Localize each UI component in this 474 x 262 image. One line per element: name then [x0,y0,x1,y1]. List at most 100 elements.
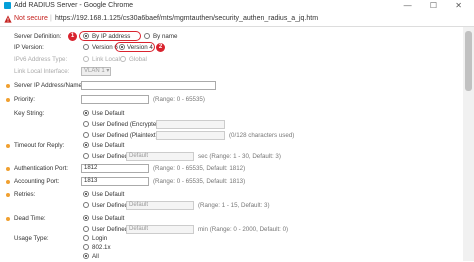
key-encrypted-label: User Defined (Encrypted) [92,121,162,128]
retries-label: Retries: [14,191,36,198]
by-name-label: By name [153,33,178,40]
timeout-user-defined-label: User Defined [92,153,129,160]
dead-time-user-defined-label: User Defined [92,226,129,233]
auth-port-hint: (Range: 0 - 65535, Default: 1812) [153,165,246,172]
usage-all-label: All [92,253,99,260]
timeout-label: Timeout for Reply: [14,142,65,149]
retries-use-default-radio[interactable] [83,191,89,197]
form-area: Server Definition: 1 By IP address By na… [0,27,474,261]
retries-user-defined-label: User Defined [92,202,129,209]
required-dot [6,217,10,221]
ipv6-type-row: IPv6 Address Type: Link Local Global [0,55,460,65]
priority-row: Priority: (Range: 0 - 65535) [0,95,460,105]
auth-port-label: Authentication Port: [14,165,69,172]
server-ip-input[interactable] [81,81,216,90]
version6-radio[interactable] [83,44,89,50]
link-local-interface-select[interactable]: VLAN 1 ▾ [81,67,111,76]
callout-badge-2: 2 [156,43,165,52]
app-icon [4,2,11,9]
dead-time-row: Dead Time: Use Default User Defined Defa… [0,214,460,236]
dead-time-hint: min (Range: 0 - 2000, Default: 0) [198,226,289,233]
address-bar[interactable]: Not secure | https://192.168.1.125/cs30a… [0,12,474,27]
link-local-interface-row: Link Local Interface: VLAN 1 ▾ [0,67,460,77]
link-local-interface-label: Link Local Interface: [14,68,70,75]
key-plaintext-radio[interactable] [83,132,89,138]
url-text[interactable]: https://192.168.1.125/cs30a6baef/mts/mgm… [55,12,318,26]
key-use-default-label: Use Default [92,110,125,117]
global-label: Global [129,56,147,63]
required-dot [6,193,10,197]
key-string-row: Key String: Use Default User Defined (En… [0,109,460,143]
usage-login-label: Login [92,235,108,242]
key-string-label: Key String: [14,110,45,117]
key-encrypted-radio[interactable] [83,121,89,127]
timeout-use-default-radio[interactable] [83,142,89,148]
dead-time-label: Dead Time: [14,215,46,222]
key-use-default-radio[interactable] [83,110,89,116]
window-title: Add RADIUS Server - Google Chrome [14,2,134,9]
ipv6-type-label: IPv6 Address Type: [14,56,68,63]
version6-label: Version 6 [92,44,118,51]
timeout-use-default-label: Use Default [92,142,125,149]
server-definition-label: Server Definition: [14,33,62,40]
vertical-scrollbar[interactable] [463,27,474,261]
acct-port-hint: (Range: 0 - 65535, Default: 1813) [153,178,246,185]
dead-time-use-default-label: Use Default [92,215,125,222]
retries-use-default-label: Use Default [92,191,125,198]
retries-user-defined-radio[interactable] [83,202,89,208]
priority-hint: (Range: 0 - 65535) [153,96,205,103]
dead-time-user-defined-radio[interactable] [83,226,89,232]
callout-badge-1: 1 [68,32,77,41]
server-definition-row: Server Definition: 1 By IP address By na… [0,31,460,42]
retries-hint: (Range: 1 - 15, Default: 3) [198,202,270,209]
required-dot [6,180,10,184]
usage-all-radio[interactable] [83,253,89,259]
timeout-hint: sec (Range: 1 - 30, Default: 3) [198,153,281,160]
required-dot [6,84,10,88]
window-titlebar: Add RADIUS Server - Google Chrome — ☐ ✕ [0,0,474,12]
version4-label: Version 4 [127,44,153,51]
usage-type-row: Usage Type: Login 802.1x All [0,234,460,262]
timeout-user-defined-radio[interactable] [83,153,89,159]
by-ip-radio[interactable] [83,33,89,39]
timeout-input[interactable]: Default [126,152,194,161]
link-local-radio[interactable] [83,56,89,62]
required-dot [6,98,10,102]
retries-row: Retries: Use Default User Defined Defaul… [0,190,460,212]
security-status[interactable]: Not secure [14,12,48,26]
priority-label: Priority: [14,96,35,103]
usage-8021x-radio[interactable] [83,244,89,250]
key-string-hint: (0/128 characters used) [229,132,295,139]
ip-version-label: IP Version: [14,44,44,51]
priority-input[interactable] [81,95,149,104]
usage-login-radio[interactable] [83,235,89,241]
link-local-interface-value: VLAN 1 [84,68,105,74]
by-name-radio[interactable] [144,33,150,39]
acct-port-input[interactable]: 1813 [81,177,149,186]
scrollbar-thumb[interactable] [465,31,472,91]
usage-8021x-label: 802.1x [92,244,111,251]
retries-input[interactable]: Default [126,201,194,210]
acct-port-label: Accounting Port: [14,178,60,185]
by-ip-label: By IP address [92,33,131,40]
address-separator: | [50,15,52,22]
key-plaintext-label: User Defined (Plaintext) [92,132,158,139]
server-ip-row: Server IP Address/Name: [0,81,460,91]
warning-icon [4,15,12,23]
usage-type-label: Usage Type: [14,235,49,242]
required-dot [6,167,10,171]
version4-radio[interactable] [119,44,125,50]
key-plaintext-input[interactable] [156,131,225,140]
acct-port-row: Accounting Port: 1813 (Range: 0 - 65535,… [0,177,460,187]
global-radio[interactable] [120,56,126,62]
window-controls[interactable]: — ☐ ✕ [404,0,470,12]
required-dot [6,144,10,148]
dead-time-input[interactable]: Default [126,225,194,234]
link-local-label: Link Local [92,56,120,63]
server-ip-label: Server IP Address/Name: [14,82,84,89]
auth-port-input[interactable]: 1812 [81,164,149,173]
auth-port-row: Authentication Port: 1812 (Range: 0 - 65… [0,164,460,174]
dead-time-use-default-radio[interactable] [83,215,89,221]
timeout-row: Timeout for Reply: Use Default User Defi… [0,141,460,163]
key-encrypted-input[interactable] [156,120,225,129]
